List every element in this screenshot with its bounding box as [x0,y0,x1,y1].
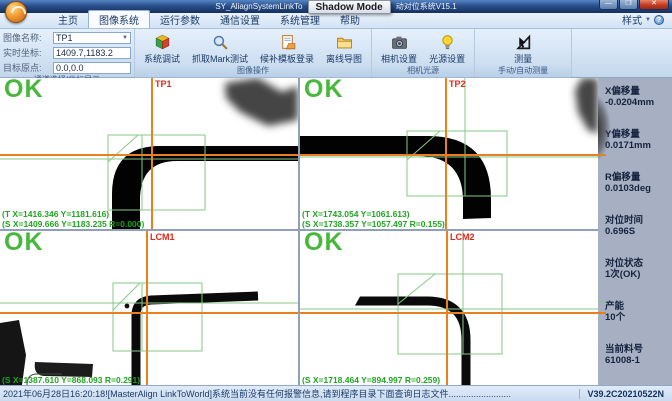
group-label-image-ops: 图像操作 [135,65,371,78]
template-register-button[interactable]: 候补模板登录 [254,31,320,65]
part-edge-shape [136,296,258,385]
status-ok: OK [4,231,44,257]
camera-label-lcm1: LCM1 [150,232,175,242]
menu-comm-settings[interactable]: 通信设置 [210,11,270,28]
menu-help[interactable]: 帮助 [330,11,370,28]
tp2-scene [300,78,598,229]
maximize-button[interactable]: ❐ [619,0,638,10]
group-camera-light: 相机设置 光源设置 相机光源 [372,29,475,77]
part-edge-shape [300,136,491,219]
bulb-icon [439,34,456,51]
tp2-coordinates: (T X=1743.054 Y=1061.613) (S X=1738.357 … [302,209,445,229]
camera-view-lcm1[interactable]: OK LCM1 (S X=1387.610 Y=868.093 R=0.291) [0,231,298,385]
status-message: 2021年06月28日16:20:18![MasterAlign LinkToW… [0,387,579,400]
camera-label-tp1: TP1 [155,79,172,89]
crosshair-overflow [598,154,606,156]
result-r-offset: R偏移量 0.0103deg [605,172,670,194]
window-title-right: 动对位系统V15.1 [396,1,457,12]
status-ok: OK [4,78,44,104]
tp1-coordinates: (T X=1416.346 Y=1181.616) (S X=1409.666 … [2,209,144,229]
target-origin-label: 目标原点: [3,61,50,74]
result-y-offset: Y偏移量 0.0171mm [605,129,670,151]
image-name-select[interactable]: TP1 ▼ [53,32,131,44]
realtime-coord-field[interactable]: 1409.7,1183.2 [53,47,131,59]
result-x-offset: X偏移量 -0.0204mm [605,86,670,108]
system-debug-button[interactable]: 系统调试 [138,31,186,65]
menu-home[interactable]: 主页 [48,11,88,28]
version-label: V39.2C20210522N [579,389,672,399]
group-image-ops: 系统调试 抓取Mark测试 候补模板登录 [135,29,372,77]
minimize-button[interactable]: — [599,0,618,10]
target-origin-field[interactable]: 0.0,0.0 [53,62,131,74]
group-channel-coords: 图像名称: TP1 ▼ 实时坐标: 1409.7,1183.2 目标原点: 0.… [0,29,135,77]
folder-icon [336,34,353,51]
style-menu-label: 样式 [622,12,642,27]
ribbon-toolbar: 图像名称: TP1 ▼ 实时坐标: 1409.7,1183.2 目标原点: 0.… [0,29,672,78]
lcm2-scene [300,231,598,385]
measure-button[interactable]: 测量 [508,31,538,65]
gray-blob [575,78,598,134]
realtime-coord-label: 实时坐标: [3,46,50,59]
result-align-time: 对位时间 0.696S [605,215,670,237]
lcm1-scene [0,231,298,385]
cube-icon [154,34,171,51]
status-bar: 2021年06月28日16:20:18![MasterAlign LinkToW… [0,385,672,401]
camera-settings-button[interactable]: 相机设置 [375,31,423,65]
light-settings-button[interactable]: 光源设置 [423,31,471,65]
close-button[interactable]: ✕ [639,0,669,10]
result-part-number: 当前料号 61008-1 [605,344,670,366]
group-label-camera-light: 相机光源 [372,65,474,78]
lcm1-coordinates: (S X=1387.610 Y=868.093 R=0.291) [2,375,140,385]
image-name-label: 图像名称: [3,31,50,44]
style-menu[interactable]: 样式 ▼ ? [622,12,664,27]
help-icon[interactable]: ? [654,15,664,25]
camera-label-tp2: TP2 [449,79,466,89]
menu-image-system[interactable]: 图像系统 [88,10,150,28]
main-area: OK TP1 (T X=1416.346 Y=1181.616) (S X=14… [0,78,672,385]
status-ok: OK [304,78,344,104]
results-sidebar: X偏移量 -0.0204mm Y偏移量 0.0171mm R偏移量 0.0103… [598,78,672,385]
gray-blob [225,78,298,126]
camera-view-lcm2[interactable]: OK LCM2 (S X=1718.464 Y=894.997 R=0.259) [300,231,598,385]
template-search-box [113,283,202,351]
window-title-left: SY_AliagnSystemLinkTo [215,2,302,11]
magnifier-icon [212,34,229,51]
result-align-status: 对位状态 1次(OK) [605,258,670,280]
camera-view-tp1[interactable]: OK TP1 (T X=1416.346 Y=1181.616) (S X=14… [0,78,298,229]
offline-map-button[interactable]: 离线导图 [320,31,368,65]
group-measure: 测量 手动/自动测量 [475,29,572,77]
status-ok: OK [304,231,344,257]
template-icon [279,34,296,51]
group-label-measure: 手动/自动测量 [475,65,571,78]
tp1-scene [0,78,298,229]
measure-icon [515,34,532,51]
menu-bar: 主页 图像系统 运行参数 通信设置 系统管理 帮助 样式 ▼ ? [0,13,672,29]
chevron-down-icon: ▼ [122,35,128,41]
window-controls: — ❐ ✕ [599,0,669,10]
camera-icon [391,34,408,51]
camera-label-lcm2: LCM2 [450,232,475,242]
menu-system-mgmt[interactable]: 系统管理 [270,11,330,28]
app-logo-orb-icon[interactable] [5,1,27,23]
lcm2-coordinates: (S X=1718.464 Y=894.997 R=0.259) [302,375,440,385]
menu-run-params[interactable]: 运行参数 [150,11,210,28]
camera-grid: OK TP1 (T X=1416.346 Y=1181.616) (S X=14… [0,78,598,385]
grab-mark-test-button[interactable]: 抓取Mark测试 [186,31,254,65]
result-yield: 产能 10个 [605,301,670,323]
camera-view-tp2[interactable]: OK TP2 (T X=1743.054 Y=1061.613) (S X=17… [300,78,598,229]
chevron-down-icon: ▼ [645,17,651,23]
shadow-mode-badge: Shadow Mode [308,0,391,14]
